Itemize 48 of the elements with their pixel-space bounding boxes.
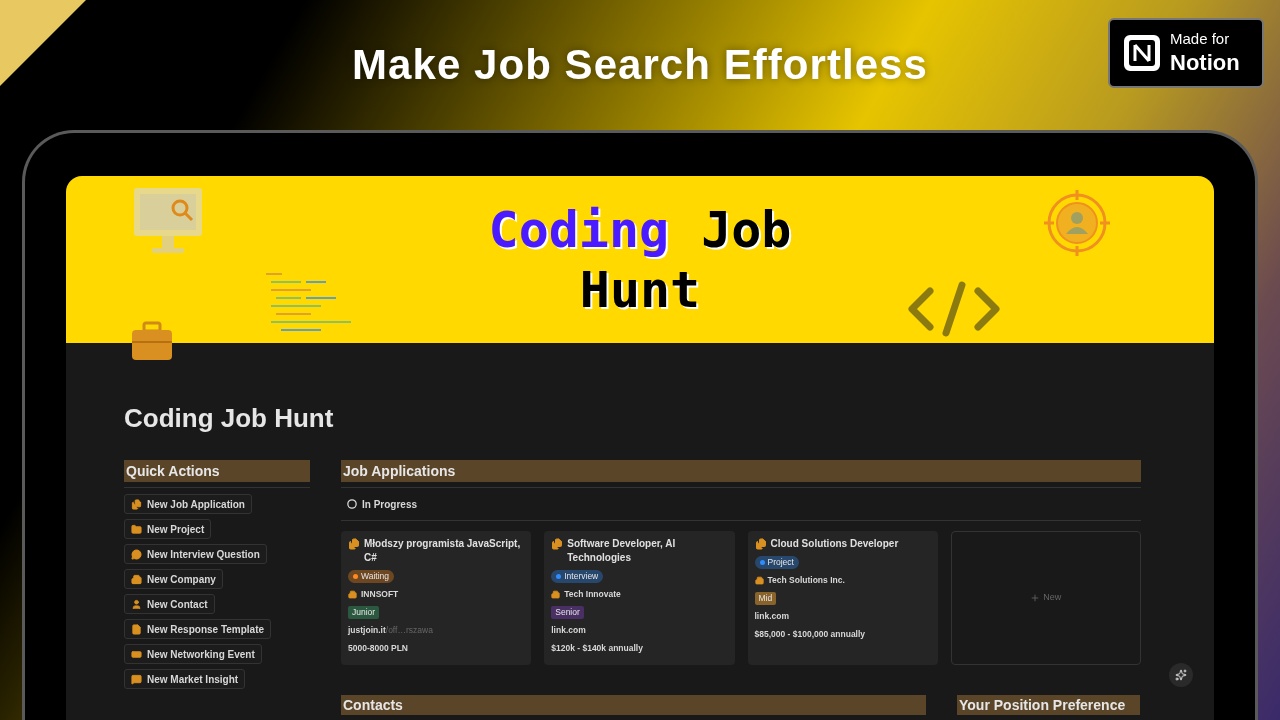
- job-link[interactable]: justjoin.it/off…rszawa: [348, 623, 433, 637]
- badge-caption: Made for: [1170, 29, 1231, 49]
- job-link[interactable]: link.com: [754, 609, 789, 623]
- status-circle-icon: [347, 499, 357, 509]
- company-name: Tech Innovate: [564, 588, 621, 601]
- section-heading: Your Position Preference: [957, 695, 1140, 715]
- quick-action-button[interactable]: New Project: [124, 519, 212, 539]
- code-brackets-icon: [906, 281, 1002, 337]
- target-person-icon: [1042, 188, 1112, 258]
- job-title: Cloud Solutions Developer: [770, 537, 899, 551]
- quick-action-button[interactable]: New Response Template: [124, 619, 272, 639]
- job-card[interactable]: Software Developer, AI Technologies Interview Tech Innovate Senior link.com $120k - $140k annually: [544, 531, 735, 665]
- job-link[interactable]: link.com: [551, 623, 586, 637]
- level-tag: Senior: [551, 605, 584, 619]
- salary-text: $85,000 - $100,000 annually: [754, 627, 866, 641]
- section-heading: Contacts: [341, 695, 926, 715]
- section-heading: Job Applications: [341, 460, 1141, 482]
- sparkle-icon: [1175, 669, 1187, 681]
- page-title: Coding Job Hunt: [124, 402, 335, 435]
- status-tag: Interview: [551, 570, 604, 583]
- level-tag: Junior: [348, 605, 380, 619]
- status-tag: Waiting: [348, 570, 395, 583]
- notion-logo-icon: [1122, 33, 1162, 73]
- salary-text: $120k - $140k annually: [551, 641, 643, 655]
- job-title: Młodszy programista JavaScript, C#: [364, 537, 522, 565]
- salary-text: 5000-8000 PLN: [348, 641, 408, 655]
- quick-action-button[interactable]: New Contact: [124, 594, 215, 614]
- job-card[interactable]: Młodszy programista JavaScript, C# Waiting INNSOFT Junior justjoin.it/off…rszawa 5000-8000 PLN: [341, 531, 532, 665]
- briefcase-icon: [130, 321, 174, 361]
- quick-action-button[interactable]: New Company: [124, 569, 223, 589]
- level-tag: Mid: [754, 591, 777, 605]
- badge-brand: Notion: [1170, 48, 1240, 77]
- plus-icon: [1030, 593, 1041, 603]
- headline: Make Job Search Effortless: [352, 39, 928, 90]
- quick-action-button[interactable]: New Interview Question: [124, 544, 267, 564]
- sparkle-button[interactable]: [1169, 663, 1193, 687]
- group-label: In Progress: [362, 497, 418, 512]
- section-heading: Quick Actions: [124, 460, 310, 482]
- job-title: Software Developer, AI Technologies: [567, 537, 677, 565]
- status-tag: Project: [754, 556, 799, 569]
- cover-title: Coding Job Hunt: [487, 199, 793, 320]
- company-name: Tech Solutions Inc.: [767, 574, 845, 587]
- quick-action-button[interactable]: New Market Insight: [124, 669, 246, 689]
- job-card[interactable]: Cloud Solutions Developer Project Tech Solutions Inc. Mid link.com $85,000 - $100,000 annually: [747, 531, 938, 665]
- monitor-icon: [132, 186, 204, 256]
- quick-action-button[interactable]: New Networking Event: [124, 644, 262, 664]
- company-name: INNSOFT: [361, 588, 399, 601]
- quick-action-button[interactable]: New Job Application: [124, 494, 252, 514]
